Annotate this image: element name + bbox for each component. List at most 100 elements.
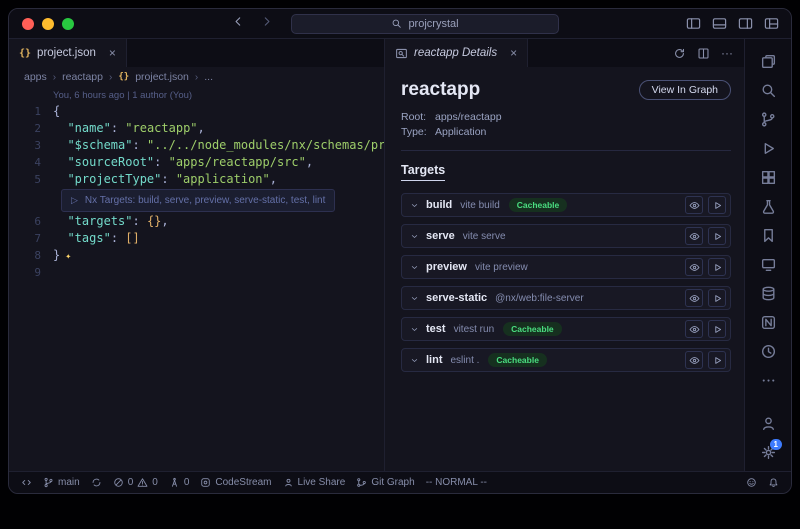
run-debug-icon[interactable] xyxy=(745,134,791,163)
tab-reactapp-details[interactable]: reactapp Details × xyxy=(385,39,528,67)
play-outline-icon: ▷ xyxy=(71,192,78,209)
navigate-forward-icon[interactable] xyxy=(260,15,273,33)
close-tab-icon[interactable]: × xyxy=(109,47,116,59)
feedback-indicator[interactable] xyxy=(746,477,757,488)
run-target-button[interactable] xyxy=(708,351,726,369)
target-row-serve[interactable]: servevite serve xyxy=(401,224,731,248)
target-command: @nx/web:file-server xyxy=(495,293,584,304)
minimize-window-button[interactable] xyxy=(42,18,54,30)
account-icon[interactable] xyxy=(745,409,791,438)
code-line[interactable]: 3 "$schema": "../../node_modules/nx/sche… xyxy=(9,137,384,154)
code-editor[interactable]: You, 6 hours ago | 1 author (You) 1{2 "n… xyxy=(9,87,384,471)
codestream-indicator[interactable]: CodeStream xyxy=(200,477,271,488)
navigate-back-icon[interactable] xyxy=(232,15,245,33)
show-target-config-button[interactable] xyxy=(685,320,703,338)
code-line[interactable]: 2 "name": "reactapp", xyxy=(9,120,384,137)
search-icon xyxy=(391,18,402,29)
vim-mode-indicator[interactable]: -- NORMAL -- xyxy=(426,477,487,488)
bookmarks-icon[interactable] xyxy=(745,221,791,250)
live-share-icon xyxy=(283,477,294,488)
view-in-graph-button[interactable]: View In Graph xyxy=(639,80,731,100)
chevron-down-icon[interactable] xyxy=(410,201,419,210)
code-line[interactable]: 8}✦ xyxy=(9,247,384,264)
settings-gear-icon[interactable]: 1 xyxy=(745,438,791,467)
code-line[interactable]: 6 "targets": {}, xyxy=(9,213,384,230)
tab-project-json[interactable]: {} project.json × xyxy=(9,39,127,67)
json-file-icon: {} xyxy=(118,72,129,82)
history-icon[interactable] xyxy=(745,337,791,366)
search-icon[interactable] xyxy=(745,76,791,105)
refresh-icon[interactable] xyxy=(673,47,686,60)
toggle-sidebar-left-icon[interactable] xyxy=(686,16,701,31)
target-row-build[interactable]: buildvite buildCacheable xyxy=(401,193,731,217)
run-target-button[interactable] xyxy=(708,227,726,245)
chevron-down-icon[interactable] xyxy=(410,356,419,365)
extensions-icon[interactable] xyxy=(745,163,791,192)
target-row-test[interactable]: testvitest runCacheable xyxy=(401,317,731,341)
ports-indicator[interactable]: 0 xyxy=(169,477,190,488)
show-target-config-button[interactable] xyxy=(685,196,703,214)
activity-bar: 1 xyxy=(745,39,791,471)
git-graph-indicator[interactable]: Git Graph xyxy=(356,477,414,488)
remote-indicator[interactable] xyxy=(21,477,32,488)
remote-explorer-icon[interactable] xyxy=(745,250,791,279)
code-line[interactable]: 1{ xyxy=(9,103,384,120)
run-target-button[interactable] xyxy=(708,258,726,276)
target-name: build xyxy=(426,199,452,211)
run-target-button[interactable] xyxy=(708,289,726,307)
toggle-sidebar-right-icon[interactable] xyxy=(738,16,753,31)
codelens-annotation[interactable]: You, 6 hours ago | 1 author (You) xyxy=(53,89,384,103)
show-target-config-button[interactable] xyxy=(685,351,703,369)
live-share-indicator[interactable]: Live Share xyxy=(283,477,346,488)
testing-icon[interactable] xyxy=(745,192,791,221)
breadcrumb-item[interactable]: project.json xyxy=(135,71,189,83)
more-actions-icon[interactable]: ··· xyxy=(721,46,733,60)
customize-layout-icon[interactable] xyxy=(764,16,779,31)
ai-sparkle-icon[interactable]: ✦ xyxy=(65,251,71,262)
git-branch-indicator[interactable]: main xyxy=(43,477,80,488)
sync-icon xyxy=(91,477,102,488)
nx-console-icon[interactable] xyxy=(745,308,791,337)
show-target-config-button[interactable] xyxy=(685,227,703,245)
code-line[interactable]: 4 "sourceRoot": "apps/reactapp/src", xyxy=(9,154,384,171)
target-name: lint xyxy=(426,354,443,366)
editor-group-left: {} project.json × apps › reactapp › {} p… xyxy=(9,39,385,471)
json-file-icon: {} xyxy=(19,48,31,59)
explorer-icon[interactable] xyxy=(745,47,791,76)
toggle-panel-icon[interactable] xyxy=(712,16,727,31)
close-window-button[interactable] xyxy=(22,18,34,30)
line-number: 7 xyxy=(9,230,41,247)
breadcrumb-item[interactable]: reactapp xyxy=(62,71,103,83)
chevron-down-icon[interactable] xyxy=(410,294,419,303)
nx-targets-hint[interactable]: ▷Nx Targets: build, serve, preview, serv… xyxy=(61,189,335,212)
nx-targets-hint-row: ▷Nx Targets: build, serve, preview, serv… xyxy=(9,189,384,211)
target-row-preview[interactable]: previewvite preview xyxy=(401,255,731,279)
split-editor-icon[interactable] xyxy=(697,47,710,60)
code-line[interactable]: 5 "projectType": "application", xyxy=(9,171,384,188)
problems-indicator[interactable]: 0 0 xyxy=(113,477,158,488)
show-target-config-button[interactable] xyxy=(685,258,703,276)
notifications-indicator[interactable] xyxy=(768,477,779,488)
close-tab-icon[interactable]: × xyxy=(510,47,517,59)
target-row-lint[interactable]: linteslint .Cacheable xyxy=(401,348,731,372)
run-target-button[interactable] xyxy=(708,320,726,338)
sync-indicator[interactable] xyxy=(91,477,102,488)
more-views-icon[interactable] xyxy=(745,366,791,395)
breadcrumb-item[interactable]: ... xyxy=(204,71,213,83)
run-target-button[interactable] xyxy=(708,196,726,214)
chevron-down-icon[interactable] xyxy=(410,263,419,272)
chevron-down-icon[interactable] xyxy=(410,232,419,241)
show-target-config-button[interactable] xyxy=(685,289,703,307)
source-control-icon[interactable] xyxy=(745,105,791,134)
chevron-down-icon[interactable] xyxy=(410,325,419,334)
command-center-search[interactable]: projcrystal xyxy=(291,14,559,34)
database-icon[interactable] xyxy=(745,279,791,308)
target-name: serve xyxy=(426,230,455,242)
target-command: vite build xyxy=(460,200,499,211)
breadcrumb-item[interactable]: apps xyxy=(24,71,47,83)
code-line[interactable]: 9 xyxy=(9,264,384,281)
code-line[interactable]: 7 "tags": [] xyxy=(9,230,384,247)
vscode-window: projcrystal {} project.json × apps › rea… xyxy=(8,8,792,494)
target-row-serve-static[interactable]: serve-static@nx/web:file-server xyxy=(401,286,731,310)
zoom-window-button[interactable] xyxy=(62,18,74,30)
